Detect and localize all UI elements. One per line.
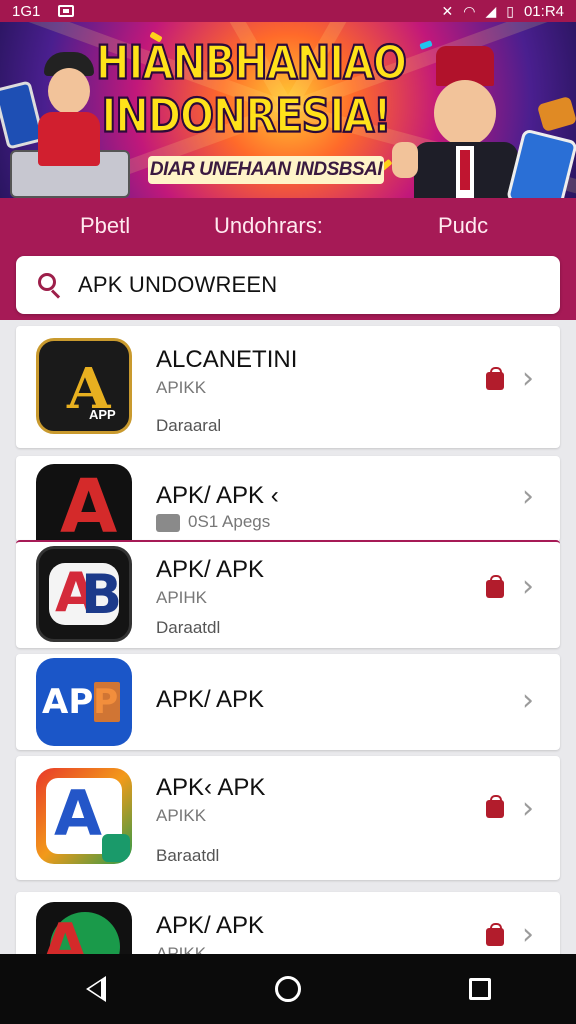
ab-logo-icon: A B bbox=[36, 546, 132, 642]
signal-icon: ◢ bbox=[485, 3, 497, 19]
app-title: APK/ APK bbox=[156, 686, 265, 713]
status-bar: 1⁠G1 ✕ ◠ ◢ ▯ 01:R4 bbox=[0, 0, 576, 22]
gold-a-logo-icon: A APP bbox=[36, 338, 132, 434]
app-title: APK/ APK ‹ bbox=[156, 482, 279, 509]
status-clock: 01:R4 bbox=[523, 2, 564, 20]
back-button[interactable] bbox=[66, 959, 126, 1019]
app-title: APK/ APK bbox=[156, 556, 265, 583]
wifi-icon: ◠ bbox=[463, 3, 476, 19]
app-list: A APP ALCANETINI APIKK Daraaral › A APK/… bbox=[0, 322, 576, 954]
chevron-right-icon[interactable]: › bbox=[522, 920, 534, 950]
app-title: APK/ APK bbox=[156, 912, 265, 939]
battery-icon: ▯ bbox=[506, 3, 514, 19]
chevron-right-icon[interactable]: › bbox=[522, 482, 534, 512]
back-icon bbox=[86, 976, 106, 1002]
chevron-right-icon[interactable]: › bbox=[522, 572, 534, 602]
tab-bar: Pbetl Undohrars: Pudc bbox=[0, 198, 576, 254]
chevron-right-icon[interactable]: › bbox=[522, 686, 534, 716]
list-item[interactable]: A APK‹ APK APIKK Baraatdl › bbox=[16, 756, 560, 880]
app-title: ALCANETINI bbox=[156, 346, 298, 373]
shopping-bag-icon[interactable] bbox=[486, 923, 504, 946]
green-arrow-logo-icon: A bbox=[36, 902, 132, 954]
home-icon bbox=[275, 976, 301, 1002]
app-status: Daraatdl bbox=[156, 618, 221, 637]
list-item[interactable]: A APP ALCANETINI APIKK Daraaral › bbox=[16, 326, 560, 448]
list-item[interactable]: A APK/ APK APIKK › bbox=[16, 892, 560, 954]
search-icon[interactable] bbox=[38, 273, 62, 299]
app-subtitle: 0S1 Apegs bbox=[156, 512, 270, 532]
recents-button[interactable] bbox=[450, 959, 510, 1019]
chevron-right-icon[interactable]: › bbox=[522, 364, 534, 394]
app-title: APK‹ APK bbox=[156, 774, 266, 801]
camera-illustration-icon bbox=[536, 95, 576, 133]
tab-first[interactable]: Pbetl bbox=[0, 198, 190, 254]
banner-subtitle: DIAR UNEHAAN INDSBSAI bbox=[148, 156, 384, 184]
chevron-right-icon[interactable]: › bbox=[522, 794, 534, 824]
red-a-logo-icon: A bbox=[36, 464, 132, 542]
list-item[interactable]: A B APK/ APK APIHK Daraatdl › bbox=[16, 540, 560, 648]
notification-icon bbox=[58, 5, 75, 17]
banner-title: HIANBHANIAO INDONRESIA! bbox=[95, 36, 408, 144]
app-blue-logo-icon: APP bbox=[36, 658, 132, 746]
tab-second[interactable]: Undohrars: bbox=[190, 198, 380, 254]
search-input[interactable]: APK UNDOWREEN bbox=[78, 272, 277, 298]
mute-icon: ✕ bbox=[441, 3, 454, 19]
app-subtitle: APIKK bbox=[156, 944, 207, 954]
shopping-bag-icon[interactable] bbox=[486, 367, 504, 390]
tab-third[interactable]: Pudc bbox=[380, 198, 576, 254]
shopping-bag-icon[interactable] bbox=[486, 575, 504, 598]
home-button[interactable] bbox=[258, 959, 318, 1019]
shopping-bag-icon[interactable] bbox=[486, 795, 504, 818]
image-thumbnail-icon bbox=[156, 513, 180, 532]
badge-icon bbox=[102, 834, 130, 862]
list-item[interactable]: APP APK/ APK › bbox=[16, 654, 560, 750]
list-item[interactable]: A APK/ APK ‹ 0S1 Apegs › bbox=[16, 456, 560, 542]
search-bar[interactable]: APK UNDOWREEN bbox=[16, 256, 560, 314]
recents-icon bbox=[469, 978, 491, 1000]
colorful-a-logo-icon: A bbox=[36, 768, 132, 864]
app-subtitle: APIKK bbox=[156, 378, 207, 397]
system-navigation-bar bbox=[0, 954, 576, 1024]
app-status: Daraaral bbox=[156, 416, 222, 435]
app-subtitle: APIKK bbox=[156, 806, 207, 825]
app-subtitle: APIHK bbox=[156, 588, 208, 607]
app-status: Baraatdl bbox=[156, 846, 220, 865]
status-time-left: 1⁠G1 bbox=[12, 2, 41, 20]
man-character-icon bbox=[392, 46, 518, 198]
